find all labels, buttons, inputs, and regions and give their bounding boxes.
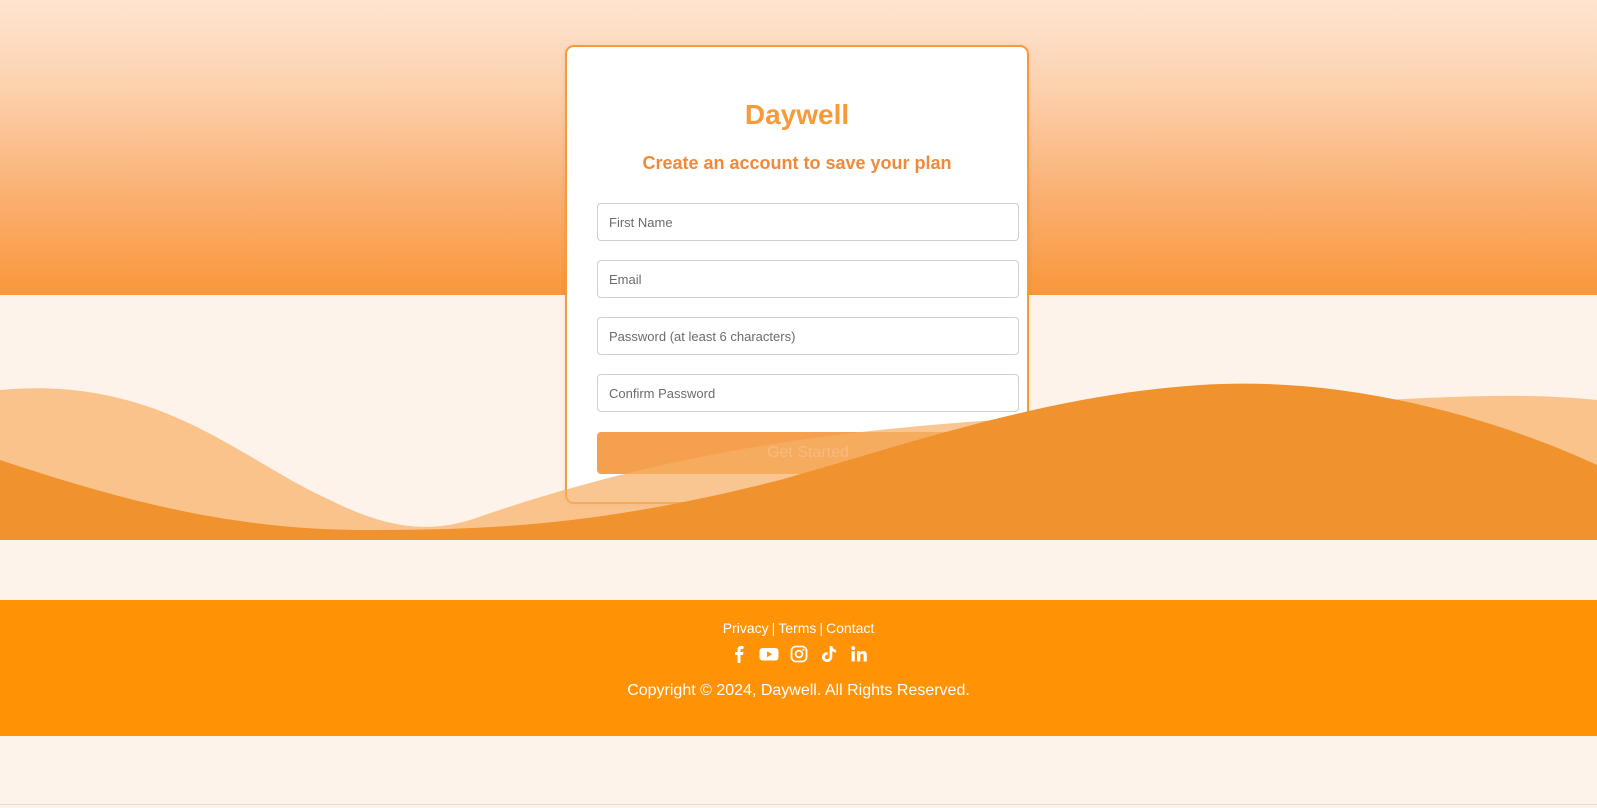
tiktok-icon[interactable] [819, 644, 839, 664]
instagram-icon[interactable] [789, 644, 809, 664]
link-separator: | [819, 620, 824, 636]
terms-link[interactable]: Terms [778, 620, 816, 636]
youtube-icon[interactable] [759, 644, 779, 664]
first-name-field[interactable] [597, 203, 1019, 241]
email-field[interactable] [597, 260, 1019, 298]
password-field[interactable] [597, 317, 1019, 355]
signup-card: Daywell Create an account to save your p… [565, 45, 1029, 504]
facebook-icon[interactable] [729, 644, 749, 664]
copyright-text: Copyright © 2024, Daywell. All Rights Re… [627, 682, 970, 699]
bottom-divider [0, 804, 1597, 805]
privacy-link[interactable]: Privacy [723, 620, 769, 636]
footer: Privacy | Terms | Contact Copyright © 2024, … [0, 600, 1597, 736]
contact-link[interactable]: Contact [826, 620, 874, 636]
link-separator: | [771, 620, 776, 636]
get-started-button[interactable]: Get Started [597, 432, 1019, 474]
linkedin-icon[interactable] [849, 644, 869, 664]
confirm-password-field[interactable] [597, 374, 1019, 412]
footer-links: Privacy | Terms | Contact [0, 620, 1597, 636]
social-links [0, 644, 1597, 664]
brand-title: Daywell [744, 99, 850, 130]
signup-subtitle: Create an account to save your plan [642, 153, 952, 173]
